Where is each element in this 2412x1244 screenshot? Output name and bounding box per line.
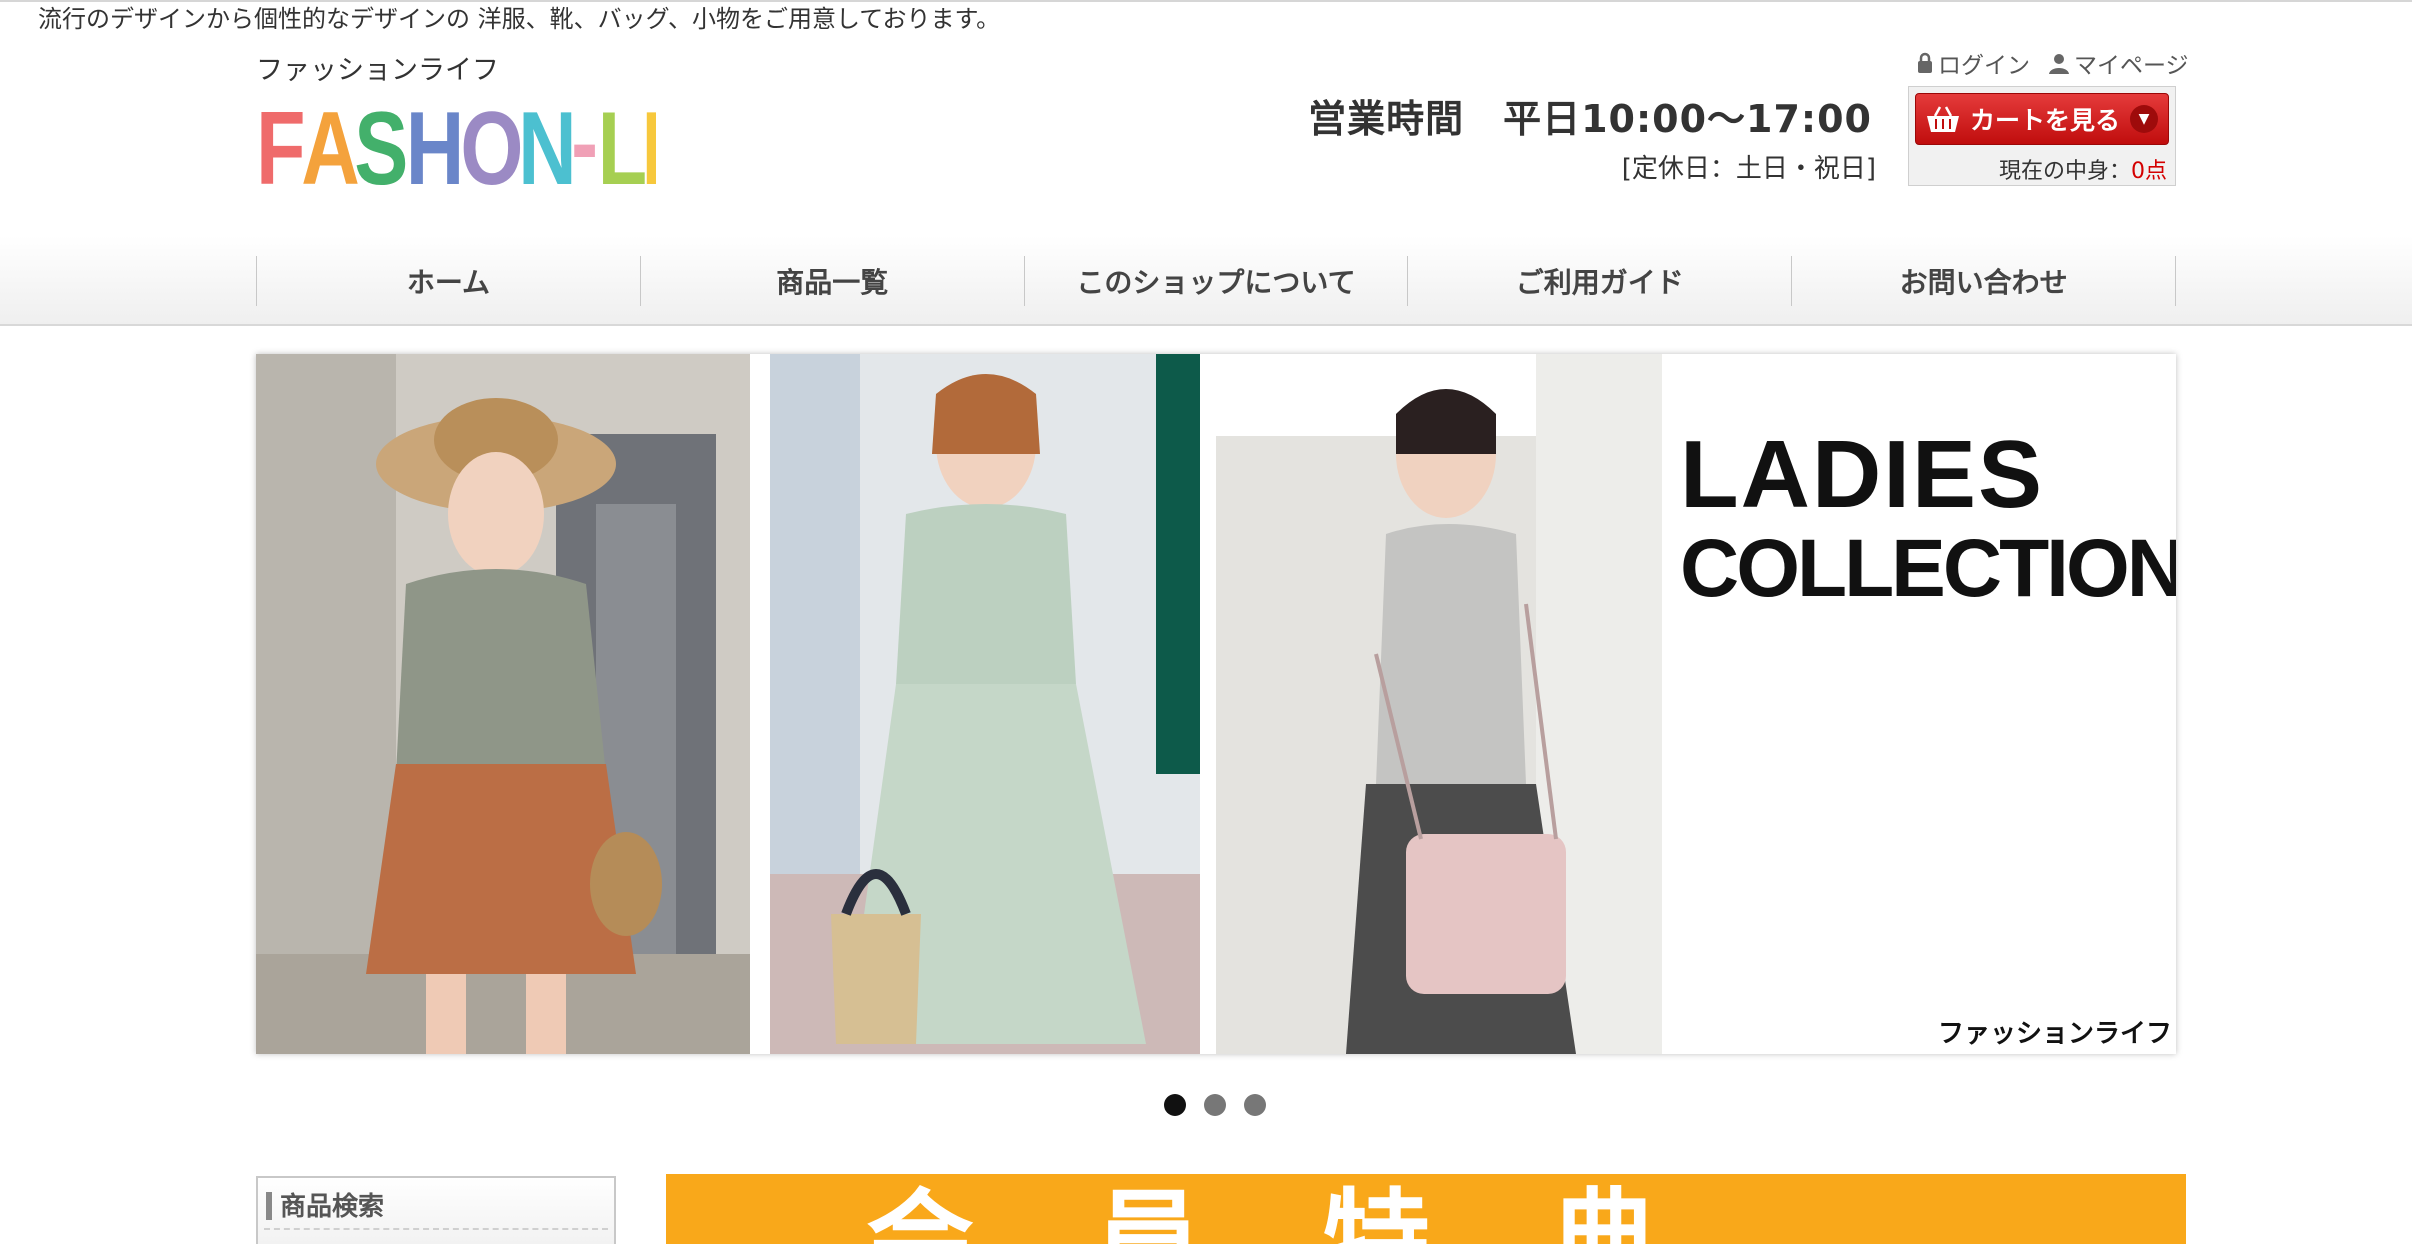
svg-text:N: N bbox=[518, 90, 577, 194]
site-tagline: 流行のデザインから個性的なデザインの 洋服、靴、バッグ、小物をご用意しております… bbox=[38, 5, 1001, 33]
business-hours: 営業時間 平日10:00〜17:00 bbox=[1308, 97, 1872, 141]
holiday-note: [定休日：土日・祝日] bbox=[1621, 154, 1876, 184]
panel-accent-bar bbox=[266, 1192, 272, 1220]
nav-item-home[interactable]: ホーム bbox=[257, 256, 641, 306]
svg-text:I: I bbox=[641, 90, 656, 194]
mypage-link[interactable]: マイページ bbox=[2048, 46, 2189, 80]
slider-pagination bbox=[1164, 1094, 1266, 1116]
slider-dot-1[interactable] bbox=[1164, 1094, 1186, 1116]
product-search-panel: 商品検索 bbox=[256, 1176, 616, 1244]
account-links: ログイン マイページ bbox=[1916, 46, 2189, 80]
user-icon bbox=[2049, 54, 2069, 74]
top-divider bbox=[0, 0, 2412, 2]
svg-text:L: L bbox=[598, 90, 648, 194]
login-link[interactable]: ログイン bbox=[1916, 46, 2030, 80]
banner-title-line2: COLLECTION bbox=[1680, 523, 2176, 614]
logo-graphic: F A S H O N - L I F E bbox=[256, 86, 656, 194]
nav-item-about[interactable]: このショップについて bbox=[1025, 256, 1409, 306]
svg-text:O: O bbox=[460, 90, 523, 194]
cart-panel: カートを見る ▼ 現在の中身：0点 bbox=[1908, 86, 2176, 186]
slider-dot-2[interactable] bbox=[1204, 1094, 1226, 1116]
svg-text:H: H bbox=[406, 90, 465, 194]
cart-count-value: 0点 bbox=[2131, 159, 2167, 184]
svg-text:-: - bbox=[571, 86, 598, 194]
basket-icon bbox=[1926, 106, 1959, 132]
mypage-label: マイページ bbox=[2074, 53, 2189, 79]
site-logo[interactable]: F A S H O N - L I F E bbox=[256, 86, 656, 194]
cart-count: 現在の中身：0点 bbox=[1999, 153, 2167, 185]
nav-item-guide[interactable]: ご利用ガイド bbox=[1408, 256, 1793, 306]
lock-icon bbox=[1918, 52, 1932, 73]
nav-list: ホーム 商品一覧 このショップについて ご利用ガイド お問い合わせ bbox=[256, 256, 2176, 306]
member-benefits-banner[interactable]: 会員特典 bbox=[666, 1174, 2186, 1244]
chevron-down-icon: ▼ bbox=[2130, 105, 2158, 133]
cart-count-label: 現在の中身： bbox=[1998, 159, 2131, 184]
login-label: ログイン bbox=[1938, 53, 2030, 79]
logo-subtitle: ファッションライフ bbox=[256, 55, 499, 86]
global-nav: ホーム 商品一覧 このショップについて ご利用ガイド お問い合わせ bbox=[0, 236, 2412, 326]
svg-text:S: S bbox=[354, 90, 408, 194]
banner-title-line1: LADIES bbox=[1680, 421, 2045, 528]
svg-text:F: F bbox=[256, 90, 306, 194]
banner-signature: ファッションライフ bbox=[1937, 1019, 2172, 1049]
member-benefits-text: 会員特典 bbox=[866, 1179, 1779, 1244]
nav-item-products[interactable]: 商品一覧 bbox=[641, 256, 1025, 306]
view-cart-button[interactable]: カートを見る ▼ bbox=[1915, 93, 2169, 145]
nav-item-contact[interactable]: お問い合わせ bbox=[1792, 256, 2176, 306]
panel-divider bbox=[264, 1228, 608, 1230]
slider-dot-3[interactable] bbox=[1244, 1094, 1266, 1116]
view-cart-label: カートを見る bbox=[1969, 106, 2120, 135]
svg-text:A: A bbox=[301, 90, 360, 194]
hero-slider[interactable]: LADIES COLLECTION ファッションライフ bbox=[256, 354, 2176, 1054]
product-search-title: 商品検索 bbox=[280, 1192, 385, 1222]
